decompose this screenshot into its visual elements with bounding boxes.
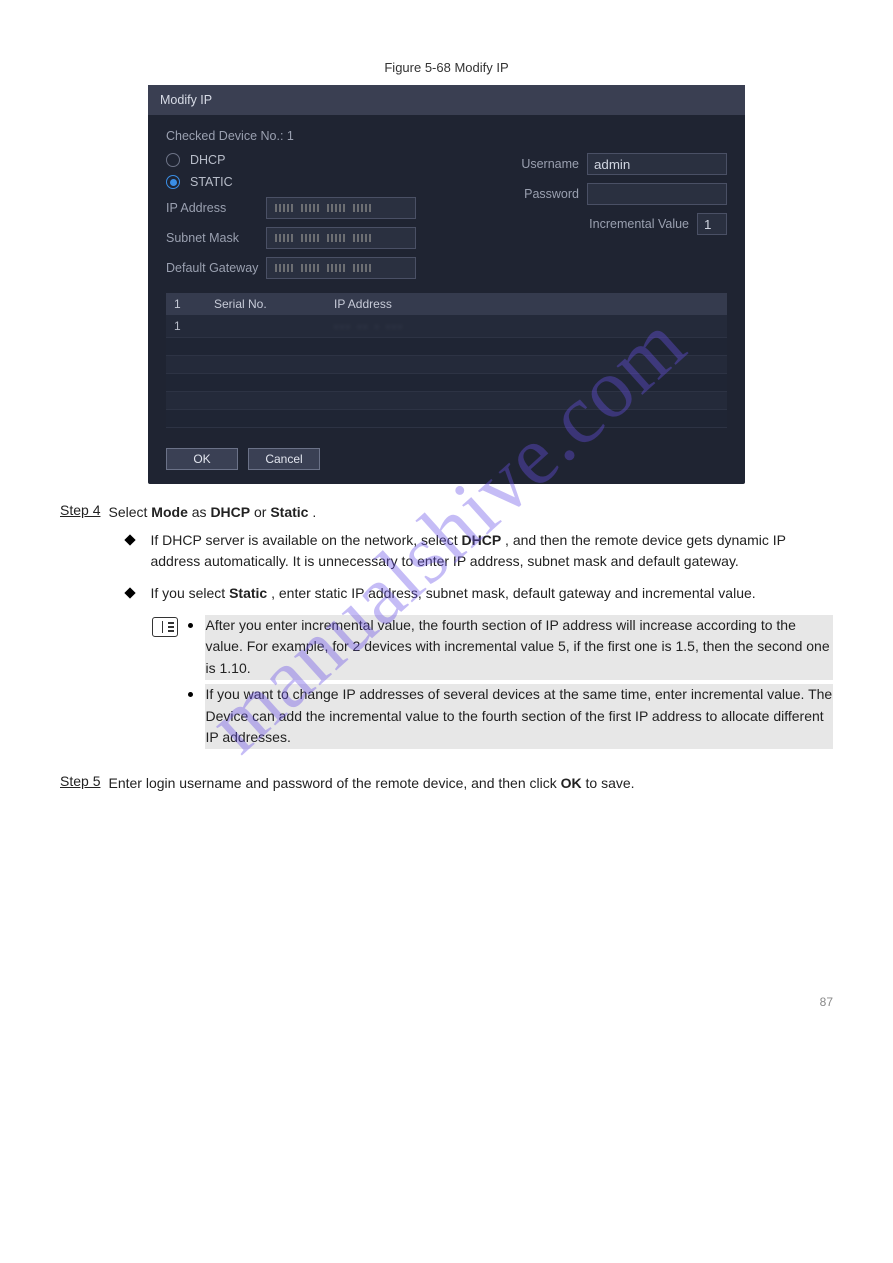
table-row (166, 338, 727, 356)
text: If you select (150, 585, 229, 601)
table-row[interactable]: 1 ··· ·· · ··· (166, 315, 727, 338)
incremental-label: Incremental Value (589, 217, 689, 231)
text: OK (561, 775, 582, 791)
gateway-input[interactable] (266, 257, 416, 279)
incremental-input[interactable] (697, 213, 727, 235)
subnet-mask-label: Subnet Mask (166, 231, 266, 245)
text: If DHCP server is available on the netwo… (150, 532, 461, 548)
row-no: 1 (174, 319, 214, 333)
text: Select (108, 504, 151, 520)
col-serial: Serial No. (214, 297, 334, 311)
text: DHCP (210, 504, 250, 520)
row-serial (214, 319, 334, 333)
text: , enter static IP address, subnet mask, … (271, 585, 756, 601)
note-block: After you enter incremental value, the f… (152, 615, 833, 753)
text: to save. (586, 775, 635, 791)
ok-button[interactable]: OK (166, 448, 238, 470)
text: Mode (151, 504, 188, 520)
table-row (166, 392, 727, 410)
password-input[interactable] (587, 183, 727, 205)
note-icon (152, 617, 178, 637)
dot-bullet-icon (188, 692, 193, 697)
diamond-bullet-icon (125, 534, 136, 545)
radio-dhcp[interactable] (166, 153, 180, 167)
ip-address-input[interactable] (266, 197, 416, 219)
dialog-title: Modify IP (148, 85, 745, 115)
step-5-label: Step 5 (60, 773, 100, 795)
step-4-label: Step 4 (60, 502, 100, 761)
text: Static (270, 504, 308, 520)
table-row (166, 356, 727, 374)
cancel-button[interactable]: Cancel (248, 448, 320, 470)
note-text: After you enter incremental value, the f… (205, 615, 833, 680)
device-table: 1 Serial No. IP Address 1 ··· ·· · ··· (166, 293, 727, 428)
row-ip: ··· ·· · ··· (334, 319, 719, 333)
col-ip: IP Address (334, 297, 719, 311)
step-4: Step 4 Select Mode as DHCP or Static . I… (60, 502, 833, 761)
note-text: If you want to change IP addresses of se… (205, 684, 833, 749)
page-number: 87 (60, 995, 833, 1009)
col-no: 1 (174, 297, 214, 311)
username-label: Username (521, 157, 579, 171)
subnet-mask-input[interactable] (266, 227, 416, 249)
diamond-bullet-icon (125, 587, 136, 598)
password-label: Password (524, 187, 579, 201)
bullet-static: If you select Static , enter static IP a… (108, 583, 833, 605)
radio-static-label: STATIC (190, 175, 233, 189)
table-row (166, 374, 727, 392)
text: DHCP (461, 532, 501, 548)
text: Static (229, 585, 267, 601)
bullet-dhcp: If DHCP server is available on the netwo… (108, 530, 833, 573)
radio-static[interactable] (166, 175, 180, 189)
text: Enter login username and password of the… (108, 775, 560, 791)
modify-ip-dialog: Modify IP Checked Device No.: 1 DHCP STA… (148, 85, 745, 484)
table-row (166, 410, 727, 428)
gateway-label: Default Gateway (166, 261, 266, 275)
text: as (192, 504, 211, 520)
checked-device-count: Checked Device No.: 1 (166, 129, 294, 143)
step-5: Step 5 Enter login username and password… (60, 773, 833, 795)
ip-address-label: IP Address (166, 201, 266, 215)
dot-bullet-icon (188, 623, 193, 628)
radio-dhcp-label: DHCP (190, 153, 225, 167)
text: or (254, 504, 270, 520)
text: . (312, 504, 316, 520)
username-input[interactable] (587, 153, 727, 175)
figure-caption: Figure 5-68 Modify IP (60, 60, 833, 75)
